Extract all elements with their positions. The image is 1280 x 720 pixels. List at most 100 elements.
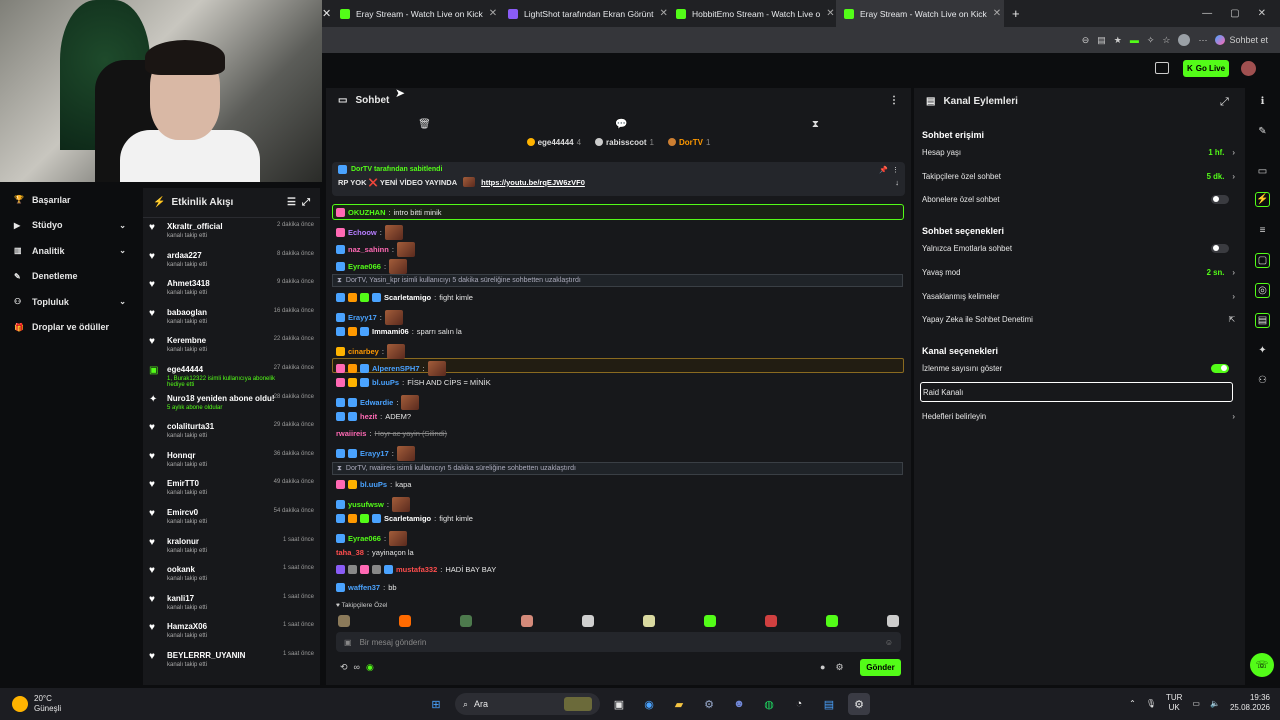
chat-input[interactable]: ▣ Bir mesaj gönderin ☺: [336, 632, 901, 652]
chat-username[interactable]: hezit: [360, 412, 377, 421]
chat-username[interactable]: mustafa332: [396, 565, 437, 574]
minimize-icon[interactable]: —: [1202, 8, 1212, 19]
chat-message[interactable]: taha_38: yayinaçon la: [336, 548, 414, 557]
nav-item-1[interactable]: ▶ Stüdyo ⌄: [0, 213, 140, 239]
emote-icon[interactable]: [643, 615, 655, 627]
chat-username[interactable]: waffen37: [348, 583, 380, 592]
emote-icon[interactable]: [460, 615, 472, 627]
setting-row[interactable]: Abonelere özel sohbet: [922, 189, 1235, 209]
chat-username[interactable]: Erayy17: [360, 449, 389, 458]
steam-icon[interactable]: ⚙: [698, 693, 720, 715]
monitor-icon[interactable]: ▭: [1255, 164, 1270, 179]
wrench-icon[interactable]: ✦: [1255, 343, 1270, 358]
edge-icon[interactable]: ◉: [638, 693, 660, 715]
volume-icon[interactable]: 🔈: [1210, 699, 1220, 708]
collections-icon[interactable]: ☆: [1162, 35, 1170, 46]
trash-icon[interactable]: 🗑: [418, 119, 431, 130]
chat-username[interactable]: bl.uuPs: [360, 480, 387, 489]
favorite-star-icon[interactable]: ★: [1114, 35, 1122, 46]
chat-message[interactable]: hezit: ADEM?: [336, 412, 411, 421]
collapse-arrow-icon[interactable]: ↓: [895, 178, 899, 187]
chat-bubble-icon[interactable]: ●: [820, 662, 825, 673]
chat-message[interactable]: Scarletamigo: fight kimle: [336, 293, 473, 302]
quick-commands-icon[interactable]: ⟲: [340, 662, 348, 673]
chat-message[interactable]: naz_sahinn:: [336, 242, 415, 257]
app-active-icon[interactable]: ⚙: [848, 693, 870, 715]
pinned-menu-icon[interactable]: ⋮: [892, 166, 899, 174]
emote-icon[interactable]: [338, 615, 350, 627]
emote-icon[interactable]: [704, 615, 716, 627]
chat-message[interactable]: Erayy17:: [336, 310, 403, 325]
chat-menu-icon[interactable]: ⋮: [889, 95, 899, 106]
chat-message[interactable]: mustafa332: HADİ BAY BAY: [336, 565, 496, 574]
zoom-icon[interactable]: ⊖: [1082, 35, 1090, 46]
broadcast-icon[interactable]: ◎: [1255, 283, 1270, 298]
media-icon[interactable]: ▤: [1255, 313, 1270, 328]
windows-start-icon[interactable]: ⊞: [425, 693, 447, 715]
emote-icon[interactable]: [582, 615, 594, 627]
browser-tab[interactable]: HobbitEmo Stream - Watch Live o ✕: [668, 0, 836, 27]
setting-row[interactable]: Hesap yaşı 1 hf. ›: [922, 142, 1235, 162]
chat-message[interactable]: Immami06: sparrı salın la: [336, 327, 462, 336]
chat-message[interactable]: Eyrae066:: [336, 531, 408, 546]
send-button[interactable]: Gönder: [860, 659, 901, 676]
chat-username[interactable]: Echoow: [348, 228, 377, 237]
setting-row[interactable]: Yapay Zeka ile Sohbet Denetimi ⇱: [922, 309, 1235, 329]
setting-row[interactable]: Yavaş mod 2 sn. ›: [922, 262, 1235, 282]
chat-message[interactable]: Echoow:: [336, 225, 403, 240]
toggle-switch[interactable]: [1211, 194, 1229, 204]
taskbar-search[interactable]: ⌕ Ara: [455, 693, 600, 715]
chat-username[interactable]: rwaiireis: [336, 429, 366, 438]
users-icon[interactable]: ⚇: [1255, 373, 1270, 388]
microphone-icon[interactable]: 🎙: [1146, 699, 1156, 708]
setting-row[interactable]: Yasaklanmış kelimeler ›: [922, 286, 1235, 306]
chat-message[interactable]: yusufwsw:: [336, 497, 410, 512]
nav-item-0[interactable]: 🏆 Başarılar: [0, 187, 140, 213]
extensions-puzzle-icon[interactable]: ✧: [1147, 35, 1155, 46]
chat-message[interactable]: AlperenSPH7:: [336, 361, 446, 376]
setting-row[interactable]: Yalnızca Emotlarla sohbet: [922, 238, 1235, 258]
chat-username[interactable]: yusufwsw: [348, 500, 384, 509]
tray-chevron-icon[interactable]: ⌃: [1129, 699, 1136, 708]
kick-status-icon[interactable]: ◉: [366, 662, 374, 673]
tab-close-icon[interactable]: ✕: [659, 8, 667, 19]
browser-tab[interactable]: LightShot tarafından Ekran Görünt ✕: [500, 0, 668, 27]
maximize-icon[interactable]: ▢: [1230, 8, 1239, 19]
link-icon[interactable]: ∞: [354, 662, 360, 673]
network-icon[interactable]: ▭: [1192, 699, 1200, 708]
more-menu-icon[interactable]: ⋯: [1198, 35, 1207, 46]
nav-item-2[interactable]: ▥ Analitik ⌄: [0, 238, 140, 264]
chat-message[interactable]: Erayy17:: [336, 446, 415, 461]
tab-close-prev-icon[interactable]: ✕: [322, 7, 332, 20]
chat-username[interactable]: Scarletamigo: [384, 293, 431, 302]
chat-username[interactable]: Immami06: [372, 327, 409, 336]
popout-icon[interactable]: ⤢: [302, 197, 310, 208]
spotify-icon[interactable]: ◍: [758, 693, 780, 715]
chat-square-icon[interactable]: ▢: [1255, 253, 1270, 268]
settings-gear-icon[interactable]: ⚙: [835, 662, 843, 673]
chat-message[interactable]: cinarbey:: [336, 344, 405, 359]
popout-icon[interactable]: ⤢: [1220, 96, 1229, 109]
chat-message[interactable]: Eyrae066:: [336, 259, 408, 274]
tab-close-icon[interactable]: ✕: [826, 8, 834, 19]
emote-icon[interactable]: [399, 615, 411, 627]
task-view-icon[interactable]: ▣: [608, 693, 630, 715]
weather-widget[interactable]: 20°C Güneşli: [0, 694, 200, 714]
chat-username[interactable]: AlperenSPH7: [372, 364, 420, 373]
language-indicator[interactable]: TUR UK: [1166, 693, 1182, 713]
emoji-icon[interactable]: ☺: [885, 638, 893, 647]
top-gifter[interactable]: DorTV 1: [667, 138, 710, 147]
chat-username[interactable]: Erayy17: [348, 313, 377, 322]
chat-username[interactable]: cinarbey: [348, 347, 379, 356]
emote-icon[interactable]: [887, 615, 899, 627]
setting-row[interactable]: Takipçilere özel sohbet 5 dk. ›: [922, 166, 1235, 186]
go-live-button[interactable]: K Go Live: [1183, 60, 1229, 77]
chat-message[interactable]: Scarletamigo: fight kimle: [336, 514, 473, 523]
clock[interactable]: 19:36 25.08.2026: [1230, 693, 1270, 713]
top-gifter[interactable]: rabisscoot 1: [595, 138, 654, 147]
obs-icon[interactable]: ◔: [788, 693, 810, 715]
extension-icon[interactable]: ▬: [1130, 35, 1139, 45]
browser-tab[interactable]: Eray Stream - Watch Live on Kick ✕: [332, 0, 500, 27]
chat-username[interactable]: naz_sahinn: [348, 245, 389, 254]
chat-message[interactable]: Edwardie:: [336, 395, 420, 410]
